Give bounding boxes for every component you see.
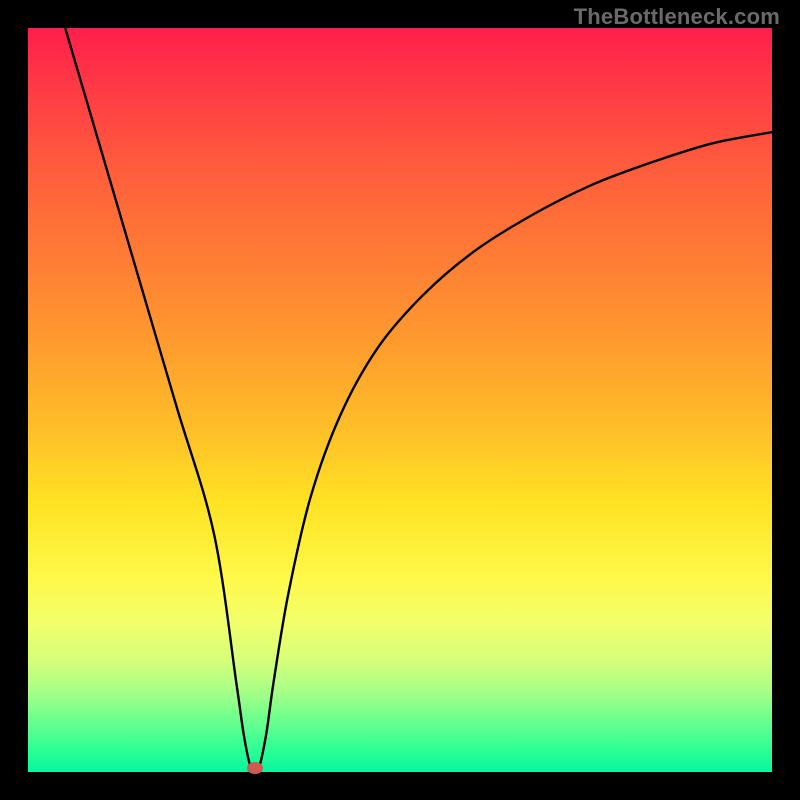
plot-area [28, 28, 772, 772]
curve-svg [28, 28, 772, 772]
watermark-text: TheBottleneck.com [574, 4, 780, 30]
chart-frame: TheBottleneck.com [0, 0, 800, 800]
bottleneck-curve [65, 28, 772, 772]
optimum-marker [247, 762, 263, 774]
